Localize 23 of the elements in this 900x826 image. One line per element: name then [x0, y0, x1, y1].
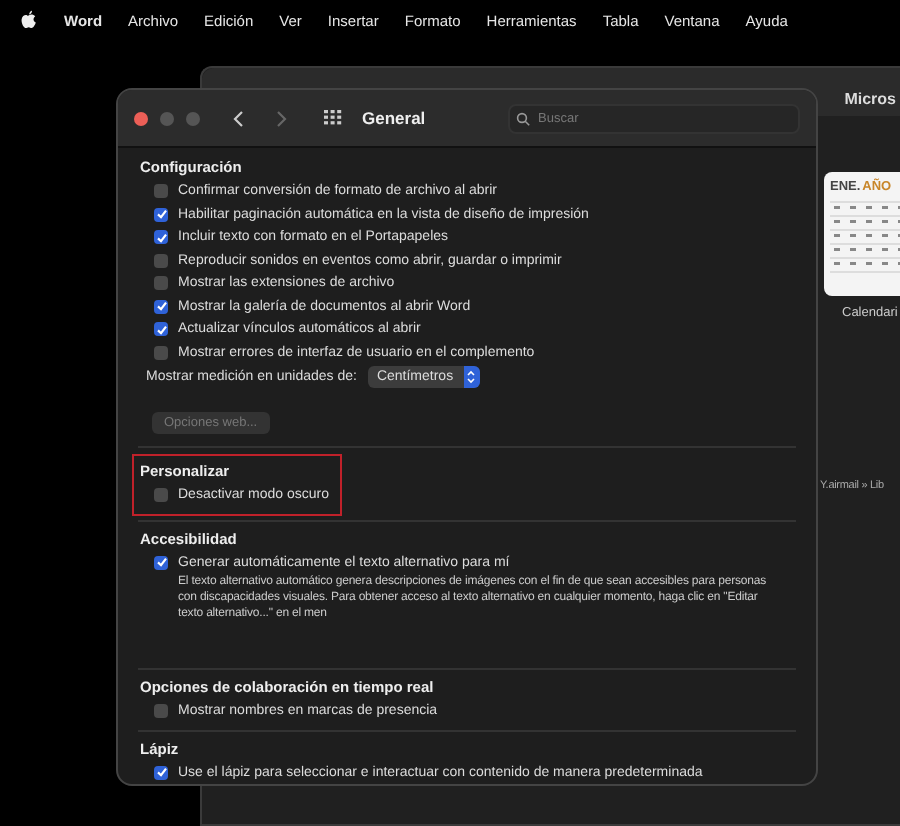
- back-icon[interactable]: [232, 109, 244, 127]
- checkbox[interactable]: [154, 299, 168, 314]
- checkbox[interactable]: [154, 345, 168, 360]
- dialog-title: General: [362, 108, 426, 128]
- close-button[interactable]: [134, 111, 148, 125]
- checkbox[interactable]: [154, 555, 168, 570]
- checkmark-icon: [155, 556, 167, 569]
- checkbox[interactable]: [154, 488, 168, 503]
- checkbox[interactable]: [154, 230, 168, 245]
- chevron-updown-icon: [466, 370, 477, 384]
- forward-icon[interactable]: [276, 109, 288, 127]
- checkbox[interactable]: [154, 184, 168, 199]
- checkbox[interactable]: [154, 207, 168, 222]
- checkbox[interactable]: [154, 253, 168, 268]
- search-icon: [516, 111, 530, 125]
- checkbox[interactable]: [154, 704, 168, 719]
- checkmark-icon: [155, 766, 167, 779]
- apple-logo-icon[interactable]: [20, 10, 38, 30]
- grid-icon[interactable]: [324, 110, 342, 126]
- window-title: Micros: [844, 89, 896, 107]
- checkbox[interactable]: [154, 322, 168, 337]
- checkbox[interactable]: [154, 765, 168, 780]
- checkbox[interactable]: [154, 276, 168, 291]
